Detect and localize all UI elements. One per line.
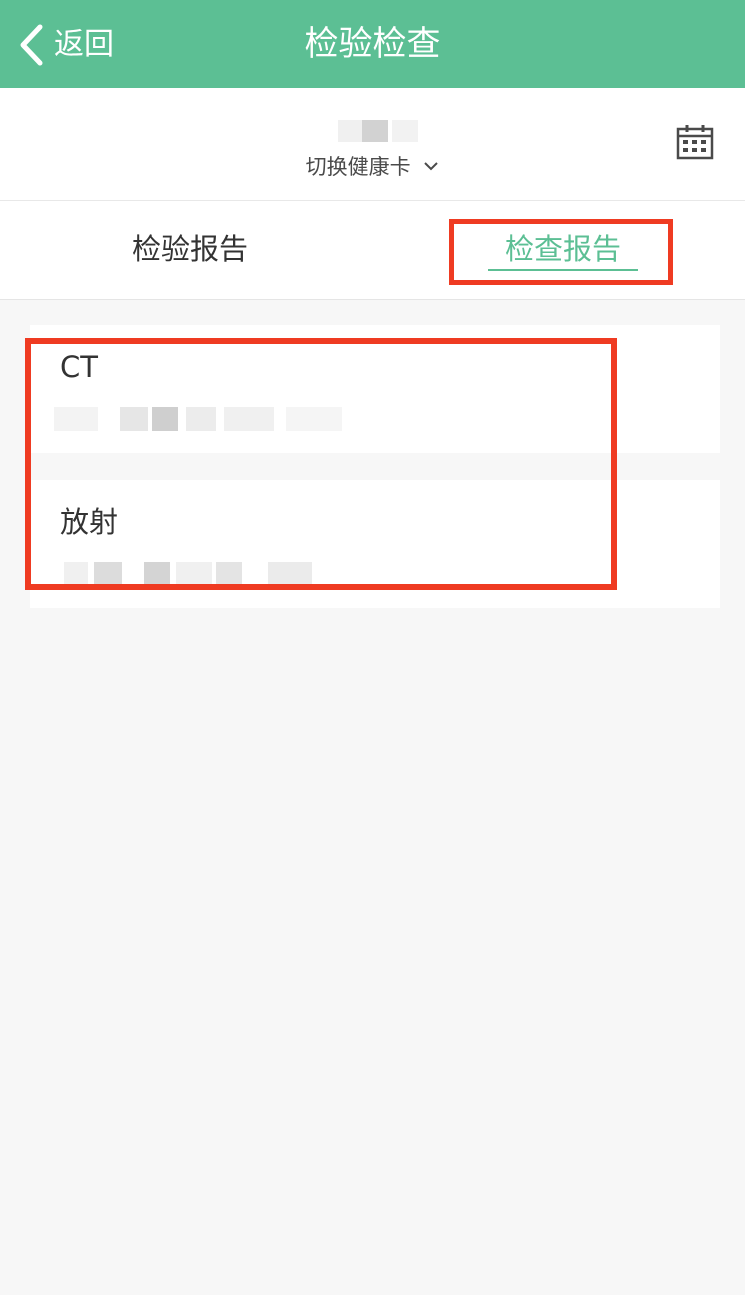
health-card-bar: 切换健康卡 bbox=[0, 88, 745, 201]
annotation-highlight-exam-tab bbox=[449, 219, 673, 285]
annotation-highlight-exam-list bbox=[25, 338, 617, 590]
patient-name-blurred bbox=[330, 116, 434, 146]
tab-inspection-report[interactable]: 检验报告 bbox=[60, 201, 320, 299]
calendar-icon[interactable] bbox=[676, 124, 714, 160]
page-title: 检验检查 bbox=[304, 24, 441, 64]
switch-health-card[interactable]: 切换健康卡 bbox=[0, 152, 745, 182]
switch-card-label: 切换健康卡 bbox=[305, 155, 411, 179]
chevron-down-icon bbox=[424, 162, 439, 171]
top-navbar: 返回 检验检查 bbox=[0, 0, 745, 88]
